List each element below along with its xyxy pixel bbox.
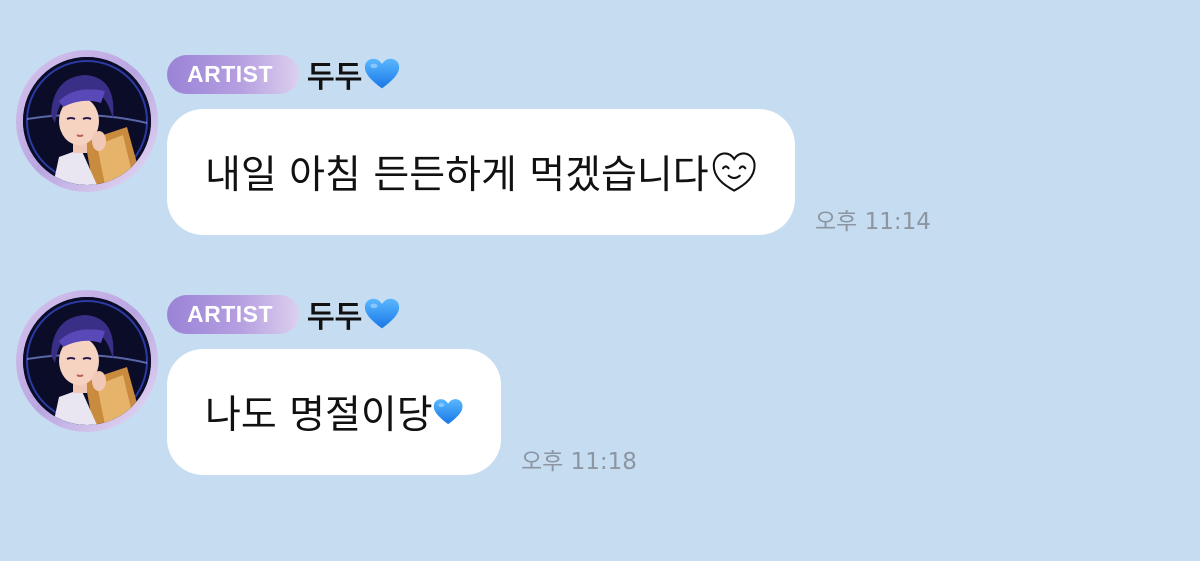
message-header: ARTIST 두두 xyxy=(167,53,400,95)
chat-message: ARTIST 두두 내일 아침 든든하게 먹겠습니다 오후 11:14 xyxy=(0,50,1200,300)
message-bubble[interactable]: 내일 아침 든든하게 먹겠습니다 xyxy=(167,109,795,235)
message-text: 나도 명절이당 xyxy=(205,393,433,438)
blue-heart-icon xyxy=(433,390,463,434)
smiling-heart-face-icon xyxy=(711,149,757,195)
avatar-image xyxy=(23,57,151,185)
message-header: ARTIST 두두 xyxy=(167,293,400,335)
avatar[interactable] xyxy=(16,290,158,432)
blue-heart-icon xyxy=(364,57,400,91)
sender-name-row: 두두 xyxy=(307,292,400,336)
chat-area: ARTIST 두두 내일 아침 든든하게 먹겠습니다 오후 11:14 ARTI… xyxy=(0,0,1200,561)
message-bubble[interactable]: 나도 명절이당 xyxy=(167,349,501,475)
sender-name-row: 두두 xyxy=(307,52,400,96)
sender-name: 두두 xyxy=(307,300,363,335)
artist-badge: ARTIST xyxy=(167,54,299,94)
avatar-image xyxy=(23,297,151,425)
message-text: 내일 아침 든든하게 먹겠습니다 xyxy=(205,153,709,198)
sender-name: 두두 xyxy=(307,60,363,95)
avatar[interactable] xyxy=(16,50,158,192)
message-timestamp: 오후 11:14 xyxy=(815,209,931,235)
artist-badge: ARTIST xyxy=(167,294,299,334)
chat-message: ARTIST 두두 나도 명절이당 오후 11:18 xyxy=(0,290,1200,540)
blue-heart-icon xyxy=(364,297,400,331)
message-timestamp: 오후 11:18 xyxy=(521,449,637,475)
